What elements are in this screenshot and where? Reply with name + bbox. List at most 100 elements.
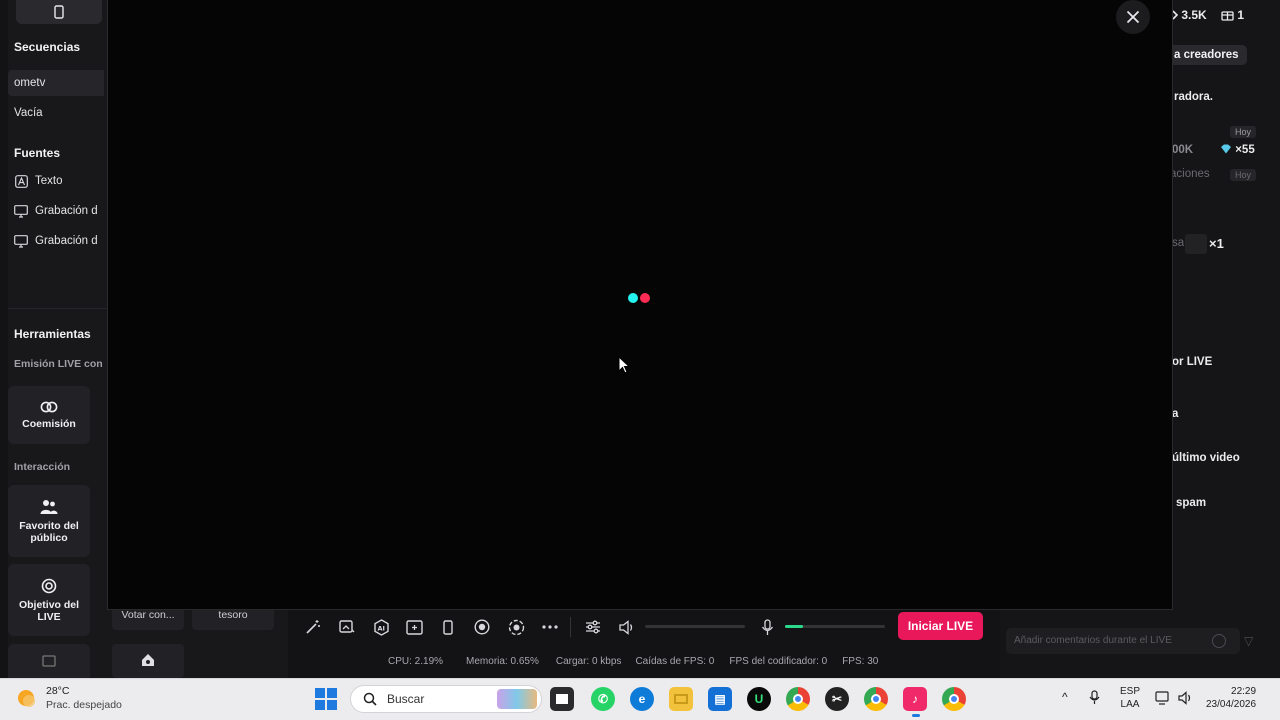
search-icon [363,692,377,706]
sequence-item-ometv[interactable]: ometv [8,70,104,96]
magic-wand-icon [306,620,320,634]
speaker-icon [1178,691,1191,705]
live-studio-app: Secuencias ometv Vacía Fuentes Texto Gra… [0,0,1280,678]
start-button[interactable] [315,688,337,715]
store-app[interactable]: ▤ [708,687,732,711]
upwork-app[interactable]: U [747,687,771,711]
task-view-app[interactable] [550,687,574,711]
phone-icon [443,619,453,635]
record-icon [474,619,490,635]
edge-app[interactable]: e [630,687,654,711]
record-button[interactable] [472,617,492,637]
coemission-card[interactable]: Coemisión [8,386,90,444]
encoder-fps-status: FPS del codificador: 0 [729,656,828,667]
scene-button[interactable] [404,617,424,637]
close-button[interactable] [1116,0,1150,34]
panel-text-3: aciones [1170,168,1210,180]
gift-box-card[interactable] [112,644,184,678]
taskbar-search[interactable]: Buscar [350,685,542,713]
divider [8,308,108,309]
diamond-icon [1221,144,1231,154]
comment-input[interactable]: Añadir comentarios durante el LIVE [1006,628,1240,654]
sequences-title: Secuencias [14,40,81,54]
box-icon [42,655,56,667]
tiktok-live-studio-app[interactable]: ♪ [903,687,927,711]
fps-drops-status: Caídas de FPS: 0 [635,656,715,667]
media-button[interactable] [337,617,357,637]
file-explorer-app[interactable] [669,687,693,711]
monitor-icon [14,234,28,248]
volume-button[interactable] [617,617,637,637]
chrome-icon [871,694,881,704]
window-icon [556,694,568,704]
cursor-icon [618,356,630,374]
whatsapp-app[interactable]: ✆ [591,687,615,711]
mic-button[interactable] [757,617,777,637]
link-icon [40,401,58,412]
sun-icon [18,690,35,707]
filter-icon[interactable]: ▽ [1244,634,1253,648]
gift-thumbnail [1185,234,1207,254]
emoji-icon[interactable] [1212,634,1226,648]
clock-time: 22:29 [1231,686,1257,697]
edge-icon: e [638,692,646,706]
tool-card-partial[interactable] [8,644,90,678]
more-icon [542,625,558,629]
source-item-text[interactable]: Texto [14,174,63,188]
tray-mic-icon[interactable] [1089,690,1100,709]
source-item-screen-recording-1[interactable]: Grabación d [14,204,98,218]
settings-button[interactable] [583,617,603,637]
search-placeholder: Buscar [387,692,425,706]
sources-title: Fuentes [14,146,61,160]
coemission-label: Coemisión [22,417,76,430]
active-app-indicator [912,714,920,717]
upwork-icon: U [754,692,764,706]
mic-level-slider[interactable] [785,625,885,628]
weather-widget[interactable]: 28°C Prac. despejado [14,684,122,712]
people-icon [40,499,58,514]
gifts-count: 1 [1237,8,1245,22]
volume-slider[interactable] [645,625,745,628]
text-icon [14,174,28,188]
panel-text-5: or LIVE [1172,356,1213,368]
ai-button[interactable]: AI [371,617,391,637]
clock-date: 23/04/2026 [1206,699,1257,710]
volume-tray-icon[interactable] [1178,691,1194,709]
cpu-status: CPU: 2.19% [388,656,444,667]
more-button[interactable] [540,617,560,637]
language-top: ESP [1120,686,1141,697]
ai-icon: AI [373,618,389,636]
capcut-app[interactable]: ✂ [825,687,849,711]
live-objective-card[interactable]: Objetivo del LIVE [8,564,90,636]
start-live-button[interactable]: Iniciar LIVE [898,612,983,640]
panel-text-4: sa [1172,237,1185,249]
sequence-item-empty[interactable]: Vacía [8,100,104,126]
phone-icon [54,5,64,19]
tray-overflow-icon[interactable]: ^ [1062,691,1068,704]
gift-icon [1221,11,1234,21]
monitor-icon [14,204,28,218]
audience-favorite-card[interactable]: Favorito del público [8,485,90,557]
portrait-button[interactable] [438,617,458,637]
store-icon: ▤ [714,692,726,706]
target-icon [41,578,57,593]
emission-title: Emisión LIVE con [14,358,103,370]
language-indicator[interactable]: ESP LAA [1120,685,1140,711]
clock[interactable]: 22:29 23/04/2026 [1206,685,1256,711]
memory-status: Memoria: 0.65% [466,656,539,667]
speaker-icon [618,619,632,635]
chrome-app[interactable] [786,687,810,711]
search-highlight-icon [497,689,537,709]
views-count: 3.5K [1181,8,1207,22]
network-icon[interactable] [1155,691,1171,709]
image-icon [339,620,355,633]
phone-layout-button[interactable] [16,0,102,24]
favorite-label: Favorito del público [19,519,79,544]
creators-chip[interactable]: a creadores [1166,45,1247,65]
vote-label: Votar con... [121,609,175,621]
magic-wand-button[interactable] [303,617,323,637]
chrome-app-2[interactable] [942,687,966,711]
chrome-profile-app[interactable] [864,687,888,711]
source-item-screen-recording-2[interactable]: Grabación d [14,234,98,248]
capture-button[interactable] [506,617,526,637]
